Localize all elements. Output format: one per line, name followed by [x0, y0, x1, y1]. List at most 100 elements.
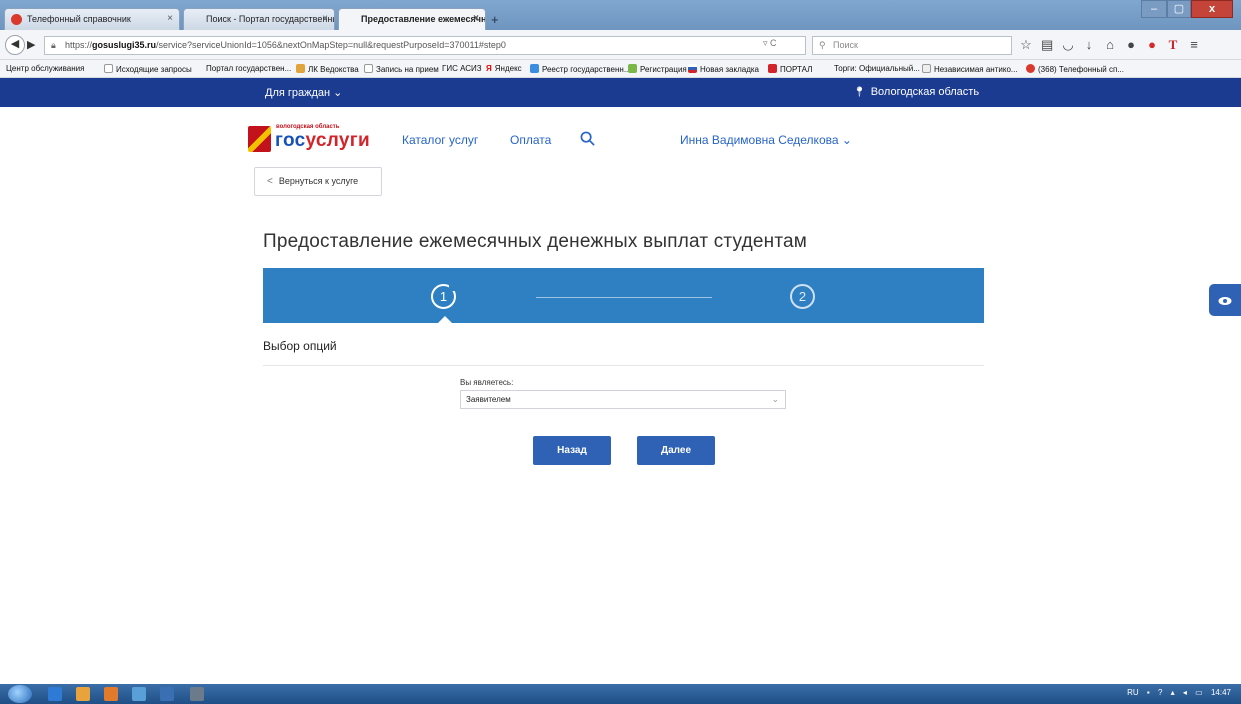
home-icon[interactable]: ⌂ [1104, 37, 1116, 53]
step-2-indicator: 2 [790, 284, 815, 309]
bookmark-label: (368) Телефонный сп... [1038, 65, 1124, 74]
display-icon[interactable]: ▭ [1195, 688, 1203, 697]
browser-toolbar: ☆ ▤ ◡ ↓ ⌂ ● ● T ≡ [1020, 37, 1200, 53]
back-to-service-button[interactable]: < Вернуться к услуге [254, 167, 382, 196]
tab-label: Предоставление ежемесячны... [361, 14, 486, 24]
selected-value: Заявителем [466, 395, 511, 404]
close-icon[interactable]: × [167, 13, 173, 24]
bookmark-item[interactable]: Центр обслуживания [6, 64, 84, 73]
coat-of-arms-icon [248, 126, 271, 152]
network-icon[interactable]: ▴ [1171, 688, 1175, 697]
menu-label: Для граждан [265, 87, 331, 99]
logo-text: госуслуги [275, 130, 370, 152]
next-button[interactable]: Далее [637, 436, 715, 465]
volume-icon[interactable]: ◂ [1183, 688, 1187, 697]
lock-icon: 🔒︎ [51, 40, 56, 50]
bookmark-item[interactable]: Исходящие запросы [104, 64, 192, 74]
bookmark-label: Запись на прием [376, 65, 439, 74]
bookmark-item[interactable]: Торги: Официальный... [834, 64, 920, 73]
site-top-bar [0, 78, 1241, 107]
applicant-type-label: Вы являетесь: [460, 378, 514, 387]
close-icon[interactable]: × [322, 13, 328, 24]
user-name: Инна Вадимовна Седелкова [680, 133, 839, 147]
active-step-pointer [438, 316, 452, 323]
explorer-icon[interactable] [76, 687, 90, 701]
maximize-icon[interactable]: ▢ [1167, 0, 1191, 18]
browser-tab[interactable]: Поиск - Портал государственны... × [183, 8, 335, 30]
accessibility-eye-button[interactable] [1209, 284, 1241, 316]
user-menu[interactable]: Инна Вадимовна Седелкова ⌄ [680, 133, 852, 147]
folder-icon [364, 64, 373, 73]
folder-icon [104, 64, 113, 73]
start-button[interactable] [8, 685, 32, 703]
forward-arrow-icon[interactable]: ▶ [27, 38, 35, 51]
search-placeholder: Поиск [833, 40, 858, 50]
step-number: 2 [798, 289, 807, 304]
pocket-icon[interactable]: ◡ [1062, 37, 1074, 53]
stepper: 1 2 [263, 268, 984, 323]
flag-icon [688, 64, 697, 73]
chevron-down-icon: ⌄ [841, 133, 852, 147]
bookmark-item[interactable]: Запись на прием [364, 64, 439, 74]
bookmark-item[interactable]: ПОРТАЛ [768, 64, 812, 74]
region-selector[interactable]: 📍︎ Вологодская область [853, 86, 979, 98]
for-citizens-menu[interactable]: Для граждан ⌄ [265, 86, 342, 99]
back-button[interactable]: Назад [533, 436, 611, 465]
bookmark-item[interactable]: Реестр государственн... [530, 64, 631, 74]
browser-tab[interactable]: Телефонный справочник × [4, 8, 180, 30]
back-arrow-icon[interactable]: ◀ [5, 35, 25, 55]
bookmark-item[interactable]: Независимая антико... [922, 64, 1018, 74]
menu-icon[interactable]: ≡ [1188, 37, 1200, 53]
section-divider [263, 365, 984, 366]
bookmark-label: Регистрация [640, 65, 687, 74]
bookmark-label: Яндекс [494, 64, 522, 73]
clock-icon [11, 14, 22, 25]
nav-payment[interactable]: Оплата [510, 133, 551, 147]
download-icon[interactable]: ↓ [1083, 37, 1095, 53]
bookmark-star-icon[interactable]: ☆ [1020, 37, 1032, 53]
minimize-icon[interactable]: – [1141, 0, 1167, 18]
close-window-icon[interactable]: x [1191, 0, 1233, 18]
close-icon[interactable]: × [473, 13, 479, 24]
bookmark-label: ЛК Ведокства [308, 65, 359, 74]
eye-icon [1218, 296, 1232, 305]
bookmark-item[interactable]: ГИС АСИЗ [442, 64, 482, 73]
search-icon[interactable] [580, 131, 595, 146]
bookmark-item[interactable]: (368) Телефонный сп... [1026, 64, 1124, 74]
bookmark-item[interactable]: ЛК Ведокства [296, 64, 359, 74]
bookmark-icon [768, 64, 777, 73]
url-input[interactable]: 🔒︎ https://gosuslugi35.ru/service?servic… [44, 36, 806, 55]
applicant-type-select[interactable]: Заявителем ⌄ [460, 390, 786, 409]
window-controls: – ▢ x [1141, 0, 1233, 20]
step-progress-gap [449, 282, 458, 291]
adblock-icon[interactable]: ● [1146, 37, 1158, 53]
bookmark-item[interactable]: Новая закладка [688, 64, 759, 74]
translate-icon[interactable]: T [1167, 37, 1179, 53]
bookmarks-library-icon[interactable]: ▤ [1041, 37, 1053, 53]
ie-icon[interactable] [48, 687, 62, 701]
logo-text-accent: услуги [305, 130, 370, 151]
back-to-service-label: Вернуться к услуге [278, 176, 359, 186]
bookmark-item[interactable]: Регистрация [628, 64, 687, 74]
word-icon[interactable] [160, 687, 174, 701]
search-input[interactable]: ⚲ Поиск [812, 36, 1012, 55]
nav-catalog[interactable]: Каталог услуг [402, 133, 478, 147]
reload-icon[interactable]: ▿ C [763, 38, 777, 49]
section-title: Выбор опций [263, 339, 337, 353]
clock[interactable]: 14:47 [1211, 688, 1231, 697]
new-tab-button[interactable]: + [491, 12, 499, 27]
gosuslugi-logo[interactable]: вологодская область госуслуги [248, 124, 370, 158]
chevron-down-icon: ⌄ [333, 87, 343, 99]
clock-icon [1026, 64, 1035, 73]
app-icon[interactable] [132, 687, 146, 701]
bookmark-item[interactable]: Я Яндекс [486, 64, 522, 73]
chat-icon[interactable]: ● [1125, 37, 1137, 53]
step-connector [536, 297, 712, 298]
bookmark-label: Новая закладка [700, 65, 760, 74]
camera-icon[interactable] [190, 687, 204, 701]
bookmark-item[interactable]: Портал государствен... [206, 64, 291, 73]
firefox-icon[interactable] [104, 687, 118, 701]
browser-tab-active[interactable]: Предоставление ежемесячны... × [338, 8, 486, 30]
language-indicator[interactable]: RU [1127, 688, 1139, 697]
help-icon[interactable]: ? [1158, 688, 1162, 697]
